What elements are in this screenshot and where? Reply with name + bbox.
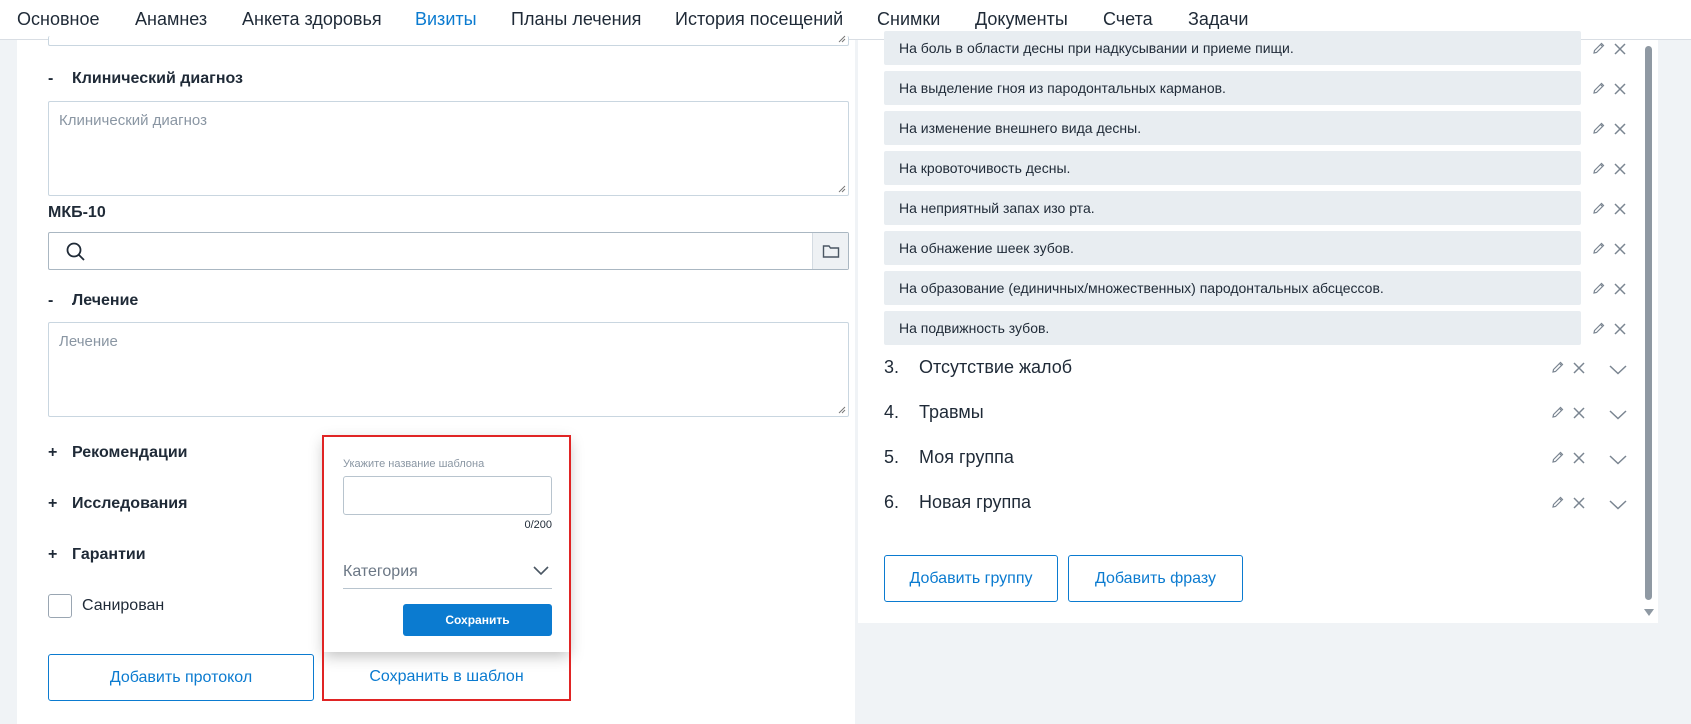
section-research[interactable]: + Исследования <box>48 495 187 513</box>
pencil-icon[interactable] <box>1592 81 1606 100</box>
pencil-icon[interactable] <box>1592 201 1606 220</box>
group-number: 4. <box>884 402 900 422</box>
tab-visit-history[interactable]: История посещений <box>675 8 843 30</box>
phrase-text: На подвижность зубов. <box>899 320 1050 336</box>
mkb-label: МКБ-10 <box>48 204 106 221</box>
treatment-textarea[interactable]: Лечение <box>48 322 849 417</box>
phrase-item[interactable]: На изменение внешнего вида десны. <box>884 111 1581 145</box>
tab-visits[interactable]: Визиты <box>415 8 477 40</box>
phrase-text: На образование (единичных/множественных)… <box>899 280 1384 296</box>
search-icon <box>66 242 85 261</box>
tab-documents[interactable]: Документы <box>975 8 1068 30</box>
group-item[interactable]: 5. Моя группа <box>884 447 1014 468</box>
clinical-diagnosis-textarea[interactable]: Клинический диагноз <box>48 101 849 196</box>
phrase-item[interactable]: На кровоточивость десны. <box>884 151 1581 185</box>
tab-tasks[interactable]: Задачи <box>1188 8 1248 30</box>
folder-button[interactable] <box>812 233 848 269</box>
section-recommendations[interactable]: + Рекомендации <box>48 444 188 462</box>
resize-grip-icon <box>838 35 846 43</box>
phrase-item[interactable]: На образование (единичных/множественных)… <box>884 271 1581 305</box>
close-icon[interactable] <box>1573 496 1585 514</box>
pencil-icon[interactable] <box>1592 321 1606 340</box>
tab-main[interactable]: Основное <box>17 8 99 30</box>
group-name: Новая группа <box>919 492 1032 512</box>
phrase-item[interactable]: На неприятный запах изо рта. <box>884 191 1581 225</box>
phrase-item[interactable]: На подвижность зубов. <box>884 311 1581 345</box>
tab-invoices[interactable]: Счета <box>1103 8 1153 30</box>
pencil-icon[interactable] <box>1592 241 1606 260</box>
close-icon[interactable] <box>1614 82 1626 100</box>
highlight-frame <box>322 435 571 701</box>
phrase-text: На обнажение шеек зубов. <box>899 240 1074 256</box>
group-name: Отсутствие жалоб <box>919 357 1073 377</box>
group-item[interactable]: 3. Отсутствие жалоб <box>884 357 1072 378</box>
scroll-down-arrow-icon[interactable] <box>1643 608 1655 618</box>
chevron-down-icon[interactable] <box>1609 362 1627 380</box>
phrase-item[interactable]: На выделение гноя из пародонтальных карм… <box>884 71 1581 105</box>
pencil-icon[interactable] <box>1551 405 1565 424</box>
pencil-icon[interactable] <box>1551 450 1565 469</box>
close-icon[interactable] <box>1614 202 1626 220</box>
phrase-text: На неприятный запах изо рта. <box>899 200 1095 216</box>
group-number: 3. <box>884 357 900 377</box>
close-icon[interactable] <box>1573 361 1585 379</box>
group-name: Моя группа <box>919 447 1014 467</box>
add-group-button[interactable]: Добавить группу <box>884 555 1058 602</box>
scrollbar-thumb[interactable] <box>1645 46 1652 600</box>
mkb-search-input[interactable] <box>48 232 849 270</box>
phrase-item[interactable]: На обнажение шеек зубов. <box>884 231 1581 265</box>
section-clinical-diagnosis[interactable]: - Клинический диагноз <box>48 70 243 88</box>
tab-anamnesis[interactable]: Анамнез <box>135 8 207 30</box>
group-number: 5. <box>884 447 900 467</box>
group-item[interactable]: 6. Новая группа <box>884 492 1031 513</box>
pencil-icon[interactable] <box>1551 360 1565 379</box>
folder-icon <box>822 245 839 258</box>
section-treatment[interactable]: - Лечение <box>48 292 138 310</box>
close-icon[interactable] <box>1614 42 1626 60</box>
group-name: Травмы <box>919 402 984 422</box>
pencil-icon[interactable] <box>1551 495 1565 514</box>
close-icon[interactable] <box>1614 242 1626 260</box>
phrase-text: На кровоточивость десны. <box>899 160 1071 176</box>
pencil-icon[interactable] <box>1592 281 1606 300</box>
close-icon[interactable] <box>1573 406 1585 424</box>
section-guarantees[interactable]: + Гарантии <box>48 546 146 564</box>
pencil-icon[interactable] <box>1592 121 1606 140</box>
group-number: 6. <box>884 492 900 512</box>
tab-health-form[interactable]: Анкета здоровья <box>242 8 382 30</box>
sanitized-label: Санирован <box>82 597 165 614</box>
pencil-icon[interactable] <box>1592 161 1606 180</box>
phrase-text: На выделение гноя из пародонтальных карм… <box>899 80 1226 96</box>
add-phrase-button[interactable]: Добавить фразу <box>1068 555 1243 602</box>
tab-images[interactable]: Снимки <box>877 8 940 30</box>
close-icon[interactable] <box>1614 162 1626 180</box>
phrase-text: На изменение внешнего вида десны. <box>899 120 1142 136</box>
close-icon[interactable] <box>1614 282 1626 300</box>
resize-grip-icon <box>838 185 846 193</box>
previous-textarea[interactable] <box>48 35 849 46</box>
phrase-item[interactable]: На боль в области десны при надкусывании… <box>884 31 1581 65</box>
close-icon[interactable] <box>1573 451 1585 469</box>
chevron-down-icon[interactable] <box>1609 407 1627 425</box>
pencil-icon[interactable] <box>1592 41 1606 60</box>
resize-grip-icon <box>838 406 846 414</box>
chevron-down-icon[interactable] <box>1609 452 1627 470</box>
close-icon[interactable] <box>1614 322 1626 340</box>
chevron-down-icon[interactable] <box>1609 497 1627 515</box>
close-icon[interactable] <box>1614 122 1626 140</box>
sanitized-checkbox[interactable] <box>48 594 72 618</box>
group-item[interactable]: 4. Травмы <box>884 402 984 423</box>
add-protocol-button[interactable]: Добавить протокол <box>48 654 314 701</box>
phrase-text: На боль в области десны при надкусывании… <box>899 40 1294 56</box>
tab-treatment-plans[interactable]: Планы лечения <box>511 8 641 30</box>
